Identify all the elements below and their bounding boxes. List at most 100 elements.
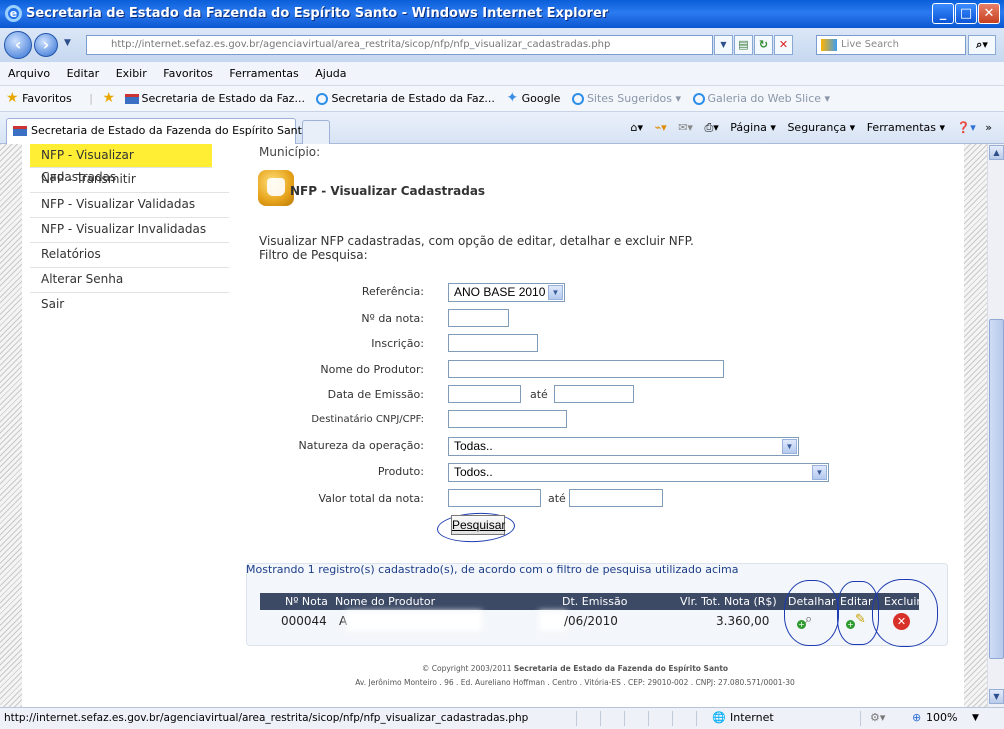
valor-total-ate-label: até [548,492,566,505]
print-icon[interactable]: ⎙▾ [704,121,718,134]
menu-editar[interactable]: Editar [67,67,100,80]
produto-select[interactable]: Todos.. ▼ [448,463,829,482]
col-nome-produtor: Nome do Produtor [335,595,436,608]
fav-link-label: Google [521,92,561,105]
sidebar-item-alterar-senha[interactable]: Alterar Senha [30,268,229,293]
valor-total-fim-input[interactable] [569,489,663,507]
sidebar-item-sair[interactable]: Sair [30,293,229,318]
numero-nota-input[interactable] [448,309,509,327]
ie-page-icon [692,93,705,105]
command-bar: ⌂▾ ⌁▾ ✉▾ ⎙▾ Página ▾ Segurança ▾ Ferrame… [631,118,992,138]
history-dropdown-icon[interactable]: ▼ [64,38,71,48]
scroll-down-icon[interactable]: ▼ [989,689,1004,704]
scroll-thumb[interactable] [989,319,1004,659]
numero-nota-label: Nº da nota: [361,312,424,325]
natureza-label: Natureza da operação: [298,439,424,452]
row-valor: 3.360,00 [716,614,770,628]
vertical-scrollbar[interactable]: ▲ ▼ [987,144,1004,707]
fav-sites-sugeridos[interactable]: Sites Sugeridos ▾ [571,92,682,105]
menu-ajuda[interactable]: Ajuda [315,67,346,80]
forward-button[interactable]: › [34,33,58,57]
data-emissao-ate-label: até [530,388,548,401]
new-tab-button[interactable] [302,120,330,144]
menu-exibir[interactable]: Exibir [116,67,147,80]
sidebar-item-visualizar-invalidadas[interactable]: NFP - Visualizar Invalidadas [30,218,229,243]
page-footer: © Copyright 2003/2011 Secretaria de Esta… [235,662,915,690]
redacted-day [543,615,563,627]
section-title: NFP - Visualizar Cadastradas [290,184,486,198]
menu-ferramentas[interactable]: Ferramentas [229,67,298,80]
globe-icon: 🌐 [712,711,726,724]
url-input[interactable]: http://internet.sefaz.es.gov.br/agenciav… [86,35,713,55]
results-summary: Mostrando 1 registro(s) cadastrado(s), d… [246,563,739,576]
natureza-select[interactable]: Todas.. ▼ [448,437,799,456]
stop-icon[interactable]: ✕ [774,35,793,55]
status-url: http://internet.sefaz.es.gov.br/agenciav… [4,712,529,724]
sidebar-item-visualizar-validadas[interactable]: NFP - Visualizar Validadas [30,193,229,218]
favorites-button[interactable]: ★ Favoritos [6,90,72,106]
redacted-name [350,615,478,627]
referencia-label: Referência: [361,285,424,298]
fav-link-2[interactable]: Secretaria de Estado da Faz... [316,92,495,105]
copyright-text: © Copyright 2003/2011 [421,664,512,673]
compatibility-view-icon[interactable]: ▤ [734,35,753,55]
fav-link-google[interactable]: ✦ Google [506,90,561,106]
menu-favoritos[interactable]: Favoritos [163,67,213,80]
natureza-value: Todas.. [454,439,493,453]
sidebar-item-transmitir[interactable]: NFP - Transmitir [30,168,229,193]
search-input[interactable]: Live Search [816,35,966,55]
data-emissao-inicio-input[interactable] [448,385,521,403]
search-placeholder: Live Search [841,39,899,50]
page-viewport: NFP - Visualizar Cadastradas NFP - Trans… [0,144,987,707]
help-icon[interactable]: ❓▾ [957,121,976,134]
tab-sefaz[interactable]: Secretaria de Estado da Fazenda do Espír… [6,118,309,144]
valor-total-label: Valor total da nota: [318,492,424,505]
window-titlebar[interactable]: e Secretaria de Estado da Fazenda do Esp… [0,0,1004,28]
data-emissao-fim-input[interactable] [554,385,634,403]
sidebar-item-relatorios[interactable]: Relatórios [30,243,229,268]
data-emissao-label: Data de Emissão: [327,388,424,401]
site-favicon-icon [124,94,139,104]
nome-produtor-input[interactable] [448,360,724,378]
inscricao-input[interactable] [448,334,538,352]
fav-link-label: Sites Sugeridos ▾ [586,92,682,105]
site-favicon-icon [13,126,27,136]
left-pattern [0,144,22,707]
mail-icon[interactable]: ✉▾ [678,121,693,134]
search-button[interactable]: ⌕▾ [968,35,996,55]
add-favorite-icon[interactable]: ★ [102,90,115,106]
annotation-circle [784,580,839,646]
protected-mode-icon[interactable]: ⚙▾ [870,708,885,728]
annotation-circle [872,579,938,647]
scroll-up-icon[interactable]: ▲ [989,145,1004,160]
cmd-ferramentas[interactable]: Ferramentas ▾ [867,121,945,134]
close-button[interactable]: ✕ [978,3,1000,24]
zoom-icon[interactable]: ⊕ [912,708,921,728]
thumbs-up-icon [258,170,294,206]
fav-link-1[interactable]: Secretaria de Estado da Faz... [124,92,305,105]
zoom-dropdown-icon[interactable]: ▼ [972,708,979,728]
referencia-select[interactable]: ANO BASE 2010 ▼ [448,283,565,302]
feeds-icon[interactable]: ⌁▾ [655,121,667,134]
chevron-down-icon: ▼ [782,439,797,454]
back-button[interactable]: ‹ [4,31,32,59]
toolbar-overflow-icon[interactable]: » [985,121,992,134]
right-pattern [964,144,987,707]
pesquisar-button[interactable]: Pesquisar [451,515,505,535]
cmd-seguranca[interactable]: Segurança ▾ [787,121,855,134]
row-data: /06/2010 [564,614,618,628]
valor-total-inicio-input[interactable] [448,489,541,507]
url-dropdown-icon[interactable]: ▼ [714,35,733,55]
inscricao-label: Inscrição: [371,337,424,350]
cmd-pagina[interactable]: Página ▾ [730,121,776,134]
menu-arquivo[interactable]: Arquivo [8,67,50,80]
fav-web-slice[interactable]: Galeria do Web Slice ▾ [692,92,830,105]
maximize-button[interactable]: □ [955,3,977,24]
zoom-level[interactable]: 100% [926,708,957,728]
destinatario-input[interactable] [448,410,567,428]
home-icon[interactable]: ⌂▾ [631,121,644,134]
nome-produtor-label: Nome do Produtor: [320,363,424,376]
minimize-button[interactable]: _ [932,3,954,24]
refresh-icon[interactable]: ↻ [754,35,773,55]
sidebar-item-visualizar-cadastradas[interactable]: NFP - Visualizar Cadastradas [30,144,212,184]
